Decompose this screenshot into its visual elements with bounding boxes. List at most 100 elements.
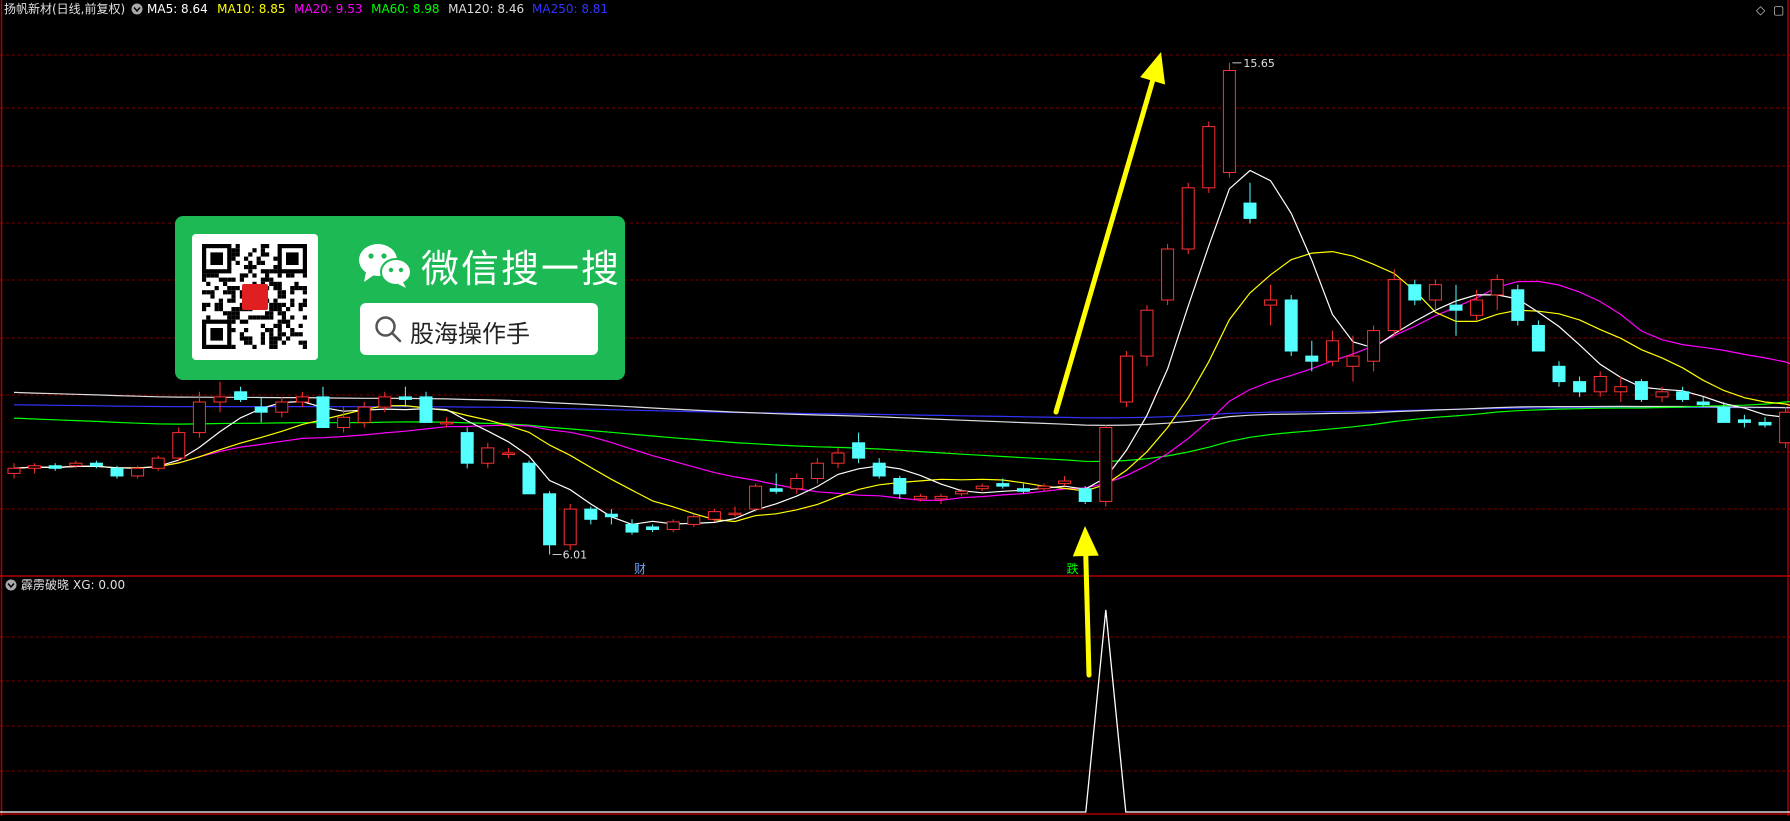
- candle-body: [501, 452, 515, 455]
- candle-body: [543, 493, 557, 546]
- candle-body: [1634, 381, 1648, 400]
- wechat-search-title: 微信搜一搜: [421, 247, 622, 291]
- candle-body: [996, 483, 1010, 487]
- candle-body: [1408, 284, 1422, 301]
- diamond-icon[interactable]: ◇: [1756, 3, 1766, 17]
- qr-module: [244, 340, 249, 345]
- candle-body: [89, 462, 103, 467]
- candle-body: [192, 401, 206, 434]
- ma-legend: MA5: 8.64 MA10: 8.85 MA20: 9.53 MA60: 8.98 M…: [147, 2, 608, 16]
- qr-module: [298, 307, 303, 312]
- candle: [172, 427, 186, 461]
- qr-module: [277, 290, 282, 295]
- qr-module: [277, 311, 282, 316]
- candle: [460, 427, 474, 469]
- candle-body: [769, 488, 783, 492]
- qr-module: [269, 336, 274, 341]
- candle-body: [707, 511, 721, 520]
- qr-module: [214, 273, 219, 278]
- qr-module: [231, 277, 236, 282]
- candle-body: [1655, 391, 1669, 398]
- legend-toggle-icon[interactable]: [131, 3, 143, 15]
- qr-module: [290, 328, 295, 333]
- wechat-search-card[interactable]: 微信搜一搜 股海操作手: [175, 216, 625, 380]
- qr-module: [227, 277, 232, 282]
- qr-module: [265, 311, 270, 316]
- candle: [1284, 294, 1298, 357]
- qr-module: [206, 302, 211, 307]
- candle-body: [1284, 299, 1298, 352]
- qr-module: [302, 302, 307, 307]
- qr-module: [206, 273, 211, 278]
- restore-window-icon[interactable]: ▢: [1773, 3, 1784, 17]
- qr-module: [269, 340, 274, 345]
- ma-legend-item: MA10: 8.85: [217, 2, 285, 16]
- candle-body: [1779, 411, 1790, 444]
- qr-module: [252, 344, 257, 349]
- qr-module: [281, 340, 286, 345]
- qr-module: [277, 319, 282, 324]
- qr-finder: [286, 252, 299, 265]
- qr-module: [281, 332, 286, 337]
- qr-module: [302, 298, 307, 303]
- qr-module: [256, 260, 261, 265]
- qr-module: [239, 273, 244, 278]
- candle-body: [1758, 421, 1772, 426]
- candle-body: [69, 462, 83, 467]
- candle-body: [687, 516, 701, 525]
- candle-body: [1387, 279, 1401, 332]
- qr-module: [269, 269, 274, 274]
- qr-module: [235, 252, 240, 257]
- qr-module: [265, 315, 270, 320]
- qr-module: [206, 290, 211, 295]
- qr-module: [294, 281, 299, 286]
- qr-module: [231, 252, 236, 257]
- qr-module: [269, 277, 274, 282]
- candle: [1387, 269, 1401, 336]
- qr-module: [265, 244, 270, 249]
- qr-module: [269, 311, 274, 316]
- candle-body: [110, 467, 124, 477]
- qr-module: [210, 273, 215, 278]
- qr-module: [214, 302, 219, 307]
- qr-module: [277, 307, 282, 312]
- qr-module: [260, 340, 265, 345]
- qr-module: [281, 302, 286, 307]
- qr-module: [273, 298, 278, 303]
- qr-module: [273, 265, 278, 270]
- ma-legend-item: MA5: 8.64: [147, 2, 208, 16]
- candle-body: [1264, 299, 1278, 306]
- indicator-toggle-icon[interactable]: [5, 579, 17, 591]
- qr-module: [286, 307, 291, 312]
- candle-body: [1222, 70, 1236, 173]
- candle-body: [1367, 330, 1381, 362]
- qr-center-logo: [242, 284, 268, 310]
- qr-module: [231, 344, 236, 349]
- candle-body: [584, 508, 598, 520]
- ma-legend-item: MA120: 8.46: [448, 2, 524, 16]
- candle-body: [1737, 419, 1751, 423]
- qr-module: [227, 290, 232, 295]
- candle: [1099, 424, 1113, 507]
- candle-body: [1552, 365, 1566, 383]
- wechat-search-box[interactable]: 股海操作手: [360, 303, 598, 355]
- qr-module: [277, 286, 282, 291]
- candle: [151, 455, 165, 471]
- qr-module: [298, 286, 303, 291]
- candle-body: [316, 396, 330, 428]
- qr-module: [298, 332, 303, 337]
- qr-module: [210, 290, 215, 295]
- candle-body: [1243, 202, 1257, 219]
- candle-body: [955, 490, 969, 495]
- qr-module: [260, 244, 265, 249]
- qr-module: [235, 311, 240, 316]
- chart-canvas: 扬帆新材(日线,前复权) MA5: 8.64 MA10: 8.85 MA20: 9.…: [0, 0, 1790, 816]
- candle-body: [481, 447, 495, 464]
- qr-module: [298, 340, 303, 345]
- candle-body: [749, 485, 763, 510]
- qr-module: [265, 252, 270, 257]
- qr-module: [248, 336, 253, 341]
- candle-body: [1531, 325, 1545, 352]
- qr-module: [231, 319, 236, 324]
- qr-module: [265, 269, 270, 274]
